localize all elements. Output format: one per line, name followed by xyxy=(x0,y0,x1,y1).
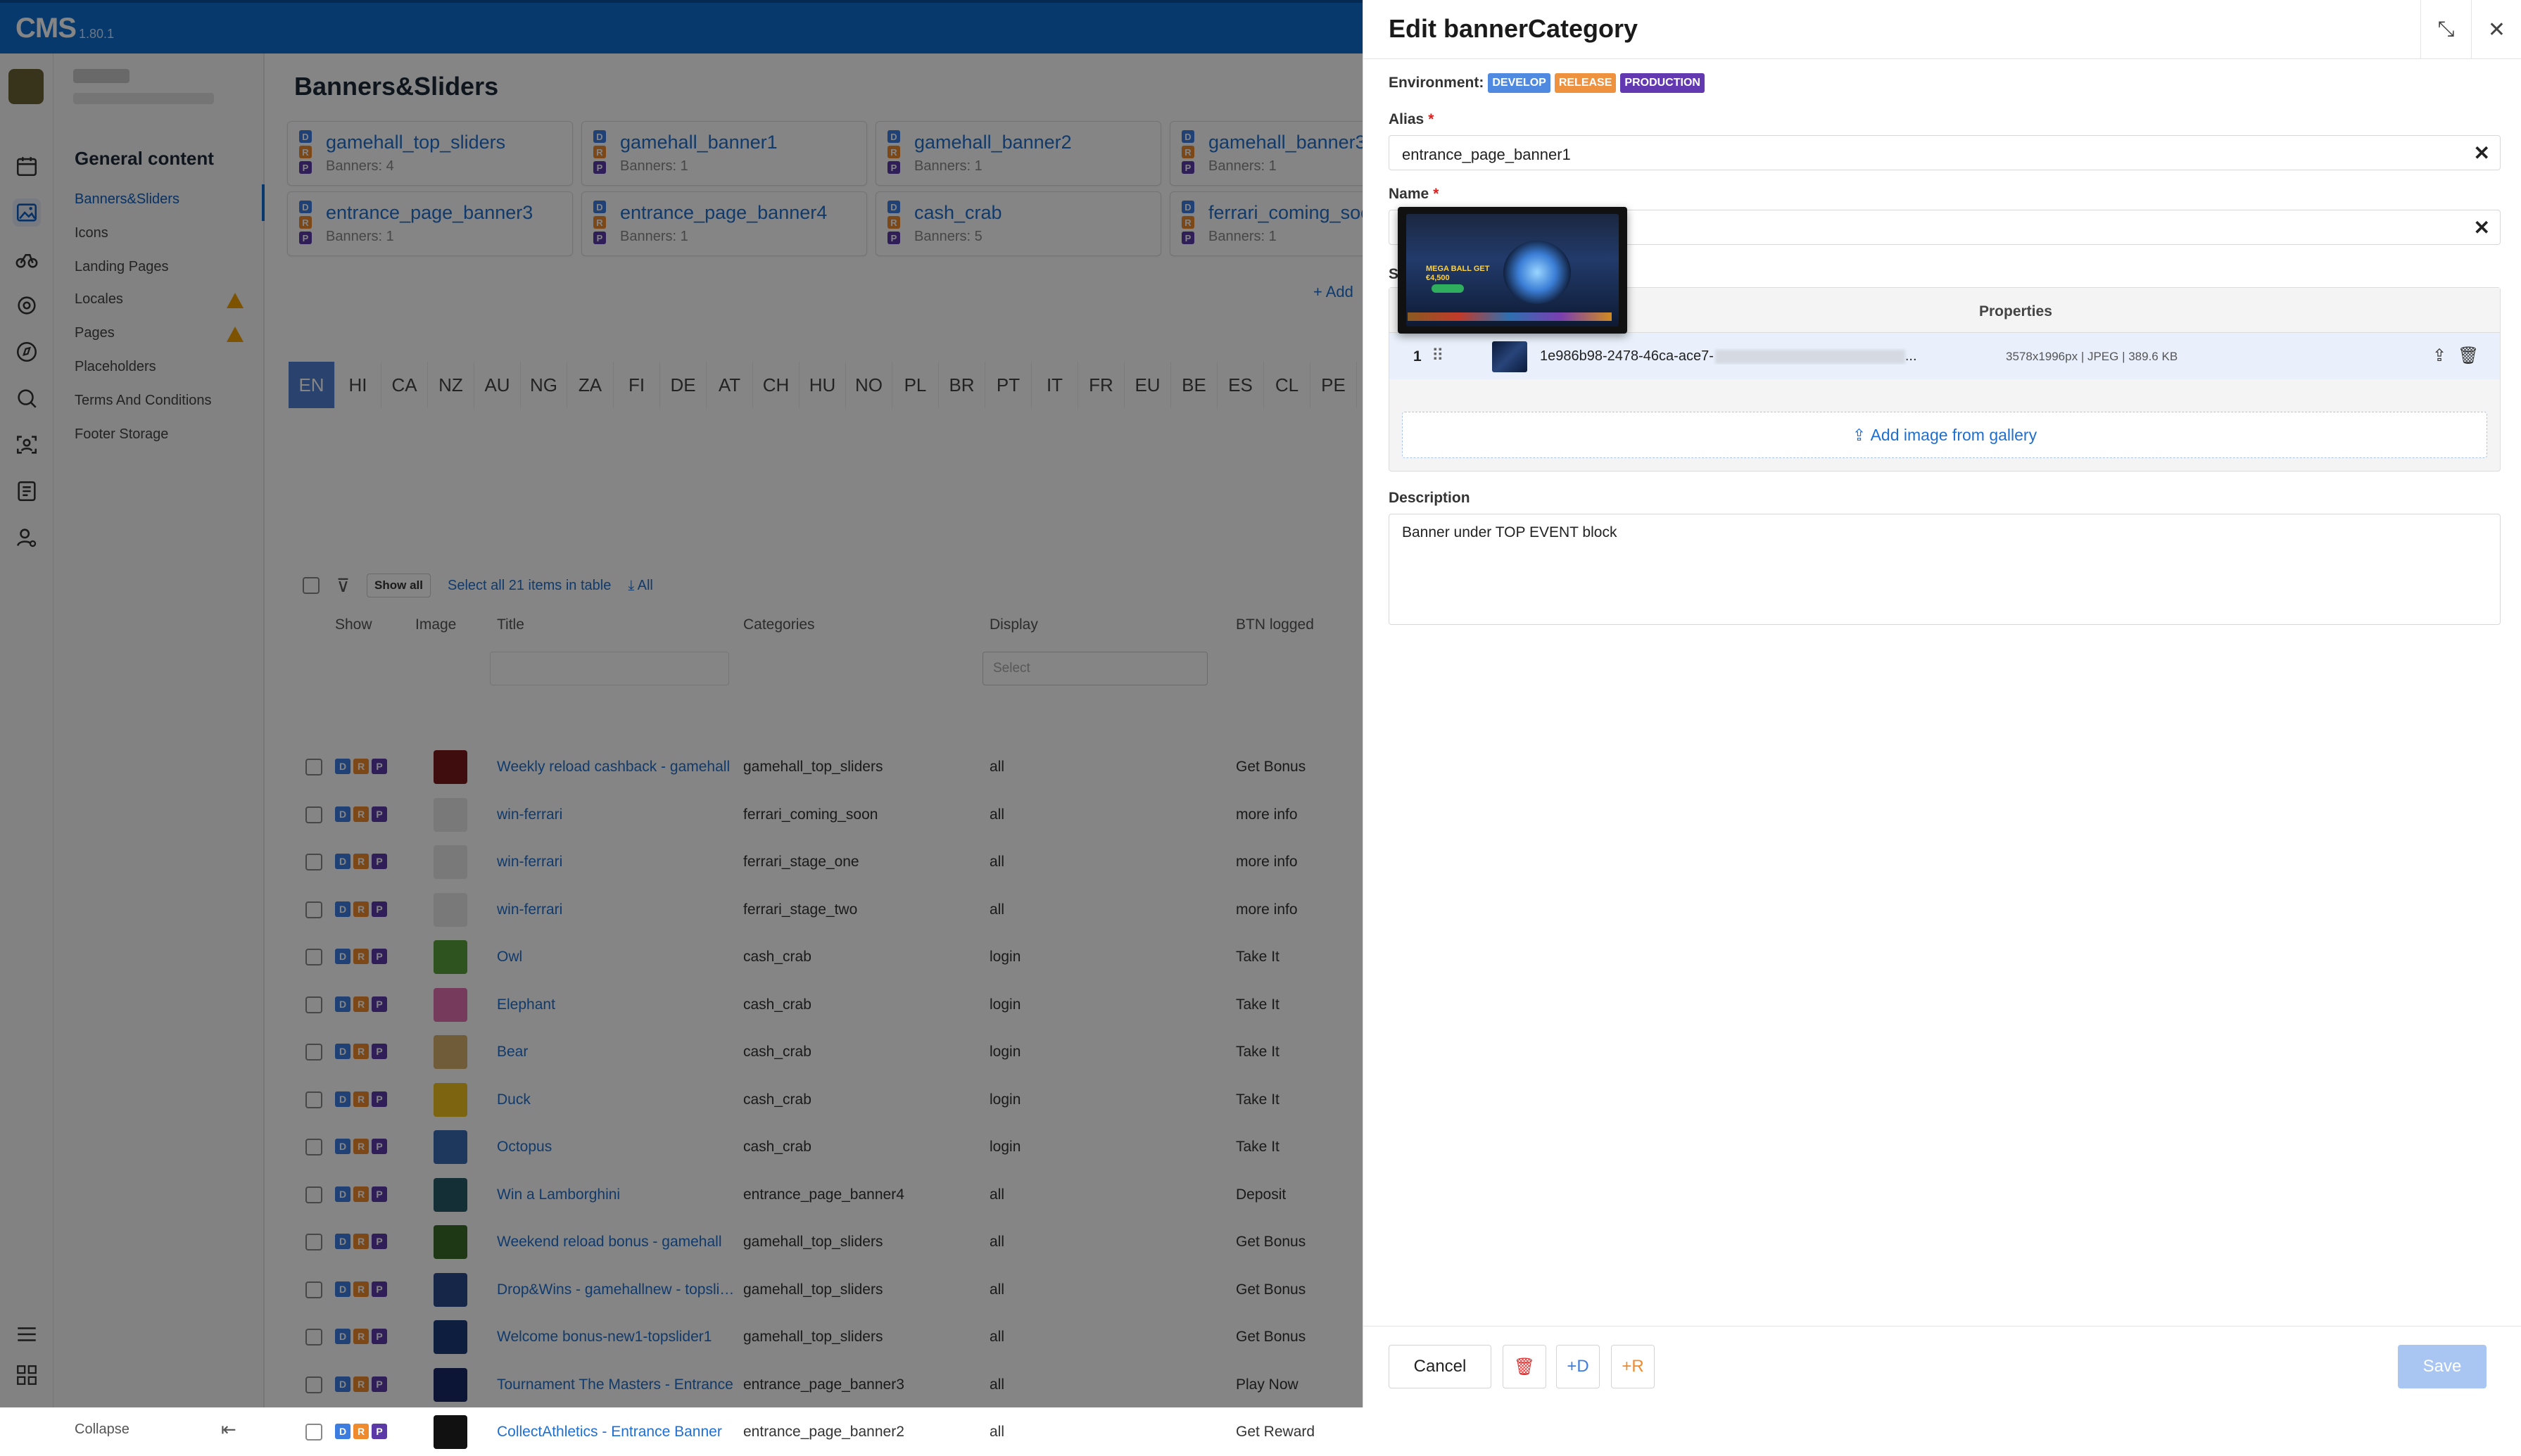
slide-row[interactable]: 1 ⠿ 1e986b98-2478-46ca-ace7-... 3578x199… xyxy=(1389,333,2500,379)
row-checkbox[interactable] xyxy=(305,1424,322,1441)
table-row[interactable]: D R P CollectAthletics - Entrance Banner ent… xyxy=(265,1408,1363,1456)
description-value: Banner under TOP EVENT block xyxy=(1402,524,1617,540)
drag-handle-icon[interactable]: ⠿ xyxy=(1432,346,1444,366)
minimize-icon[interactable]: ⤡ xyxy=(2420,0,2471,59)
trash-icon[interactable]: 🗑 xyxy=(2458,346,2479,366)
image-preview-tooltip: MEGA BALL GET €4,500 xyxy=(1398,207,1627,334)
col-properties: Properties xyxy=(1979,303,2052,319)
alias-input[interactable]: entrance_page_banner1 ✕ xyxy=(1389,135,2501,170)
slide-thumbnail[interactable] xyxy=(1492,341,1527,372)
env-tag-production: PRODUCTION xyxy=(1620,73,1705,93)
promote-release-button[interactable]: +R xyxy=(1611,1345,1655,1388)
slide-filename: 1e986b98-2478-46ca-ace7-... xyxy=(1540,348,1917,364)
modal-backdrop[interactable] xyxy=(0,0,1363,1407)
pill-develop[interactable]: D xyxy=(335,1424,350,1439)
clear-name-icon[interactable]: ✕ xyxy=(2474,216,2490,239)
environment-row: Environment: DEVELOP RELEASE PRODUCTION xyxy=(1389,73,1705,93)
close-icon[interactable]: ✕ xyxy=(2471,0,2521,59)
alias-value: entrance_page_banner1 xyxy=(1402,146,1571,163)
row-category: entrance_page_banner2 xyxy=(743,1424,904,1440)
delete-button[interactable]: 🗑 xyxy=(1503,1345,1546,1388)
preview-game-strip xyxy=(1408,312,1612,321)
pill-production[interactable]: P xyxy=(372,1424,387,1439)
add-image-label: Add image from gallery xyxy=(1870,425,2037,444)
environment-label: Environment: xyxy=(1389,75,1484,91)
row-env-pills: DRP xyxy=(335,1424,387,1439)
pill-release[interactable]: R xyxy=(353,1424,369,1439)
drawer-footer: Cancel 🗑 +D +R Save xyxy=(1363,1326,2521,1407)
clear-alias-icon[interactable]: ✕ xyxy=(2474,141,2490,165)
slide-properties: 3578x1996px | JPEG | 389.6 KB xyxy=(2006,350,2178,363)
description-textarea[interactable]: Banner under TOP EVENT block xyxy=(1389,514,2501,625)
app-root: CMS 1.80.1 General content Banners&Slide… xyxy=(0,0,2521,1449)
preview-button xyxy=(1432,284,1464,293)
slides-label: S xyxy=(1389,266,1399,282)
env-tag-release: RELEASE xyxy=(1554,73,1617,93)
slide-index: 1 xyxy=(1413,348,1422,365)
row-thumbnail[interactable] xyxy=(434,1415,467,1449)
collapse-button[interactable]: Collapse xyxy=(75,1422,129,1438)
cancel-button[interactable]: Cancel xyxy=(1389,1345,1491,1388)
alias-label: Alias * xyxy=(1389,111,1434,127)
drawer-title: Edit bannerCategory xyxy=(1389,14,1638,43)
add-image-button[interactable]: ⇪ Add image from gallery xyxy=(1402,412,2487,458)
drawer-header: Edit bannerCategory ⤡ ✕ xyxy=(1363,0,2521,59)
preview-orb xyxy=(1503,241,1571,304)
row-title[interactable]: CollectAthletics - Entrance Banner xyxy=(497,1424,736,1441)
env-tag-develop: DEVELOP xyxy=(1488,73,1550,93)
save-button[interactable]: Save xyxy=(2398,1345,2487,1388)
upload-icon[interactable]: ⇪ xyxy=(2432,346,2446,366)
collapse-arrow-icon[interactable]: ⇤ xyxy=(221,1419,236,1441)
description-label: Description xyxy=(1389,490,1470,506)
row-display: all xyxy=(990,1424,1005,1440)
row-btn-logged: Get Reward xyxy=(1236,1424,1315,1440)
promote-develop-button[interactable]: +D xyxy=(1556,1345,1600,1388)
name-label: Name * xyxy=(1389,186,1439,202)
preview-headline: MEGA BALL GET €4,500 xyxy=(1426,265,1490,282)
